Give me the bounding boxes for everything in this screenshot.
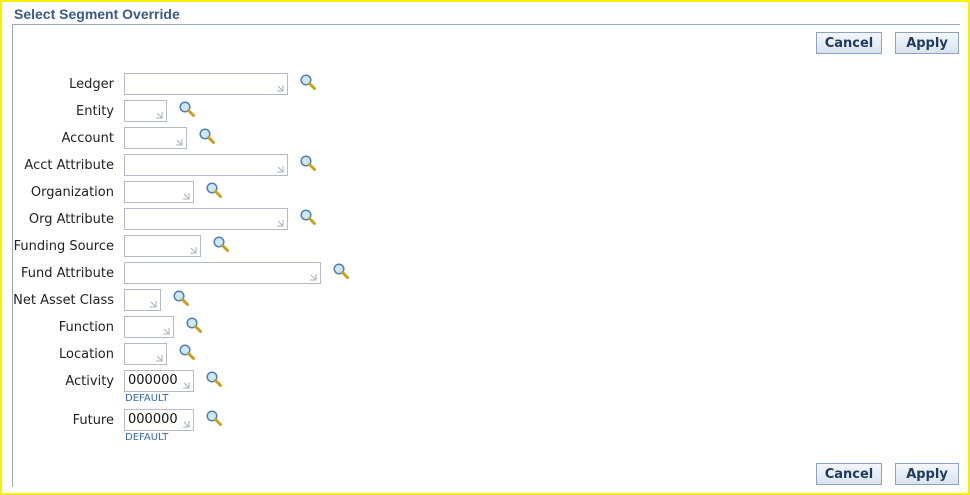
future-search-icon[interactable] [205,409,223,427]
acct-attribute-search-icon[interactable] [299,154,317,172]
activity-value: 000000 [128,373,178,388]
entity-label: Entity [76,104,114,119]
fund-attribute-input[interactable] [124,262,321,284]
org-attribute-label: Org Attribute [28,212,114,227]
ledger-input[interactable] [124,73,288,95]
function-label: Function [58,320,114,335]
resize-corner-icon [277,166,284,173]
organization-label: Organization [30,185,114,200]
resize-corner-icon [310,274,317,281]
activity-default-hint: DEFAULT [125,393,169,404]
entity-input[interactable] [124,100,167,122]
funding-source-input[interactable] [124,235,201,257]
ledger-search-icon[interactable] [299,73,317,91]
apply-button-top[interactable]: Apply [895,32,959,54]
net-asset-class-label: Net Asset Class [13,293,114,308]
resize-corner-icon [277,85,284,92]
account-search-icon[interactable] [198,127,216,145]
ledger-label: Ledger [69,77,114,92]
activity-search-icon[interactable] [205,370,223,388]
acct-attribute-input[interactable] [124,154,288,176]
page-title: Select Segment Override [14,6,180,22]
function-search-icon[interactable] [185,316,203,334]
org-attribute-input[interactable] [124,208,288,230]
future-input[interactable]: 000000 [124,409,194,431]
cancel-button-top[interactable]: Cancel [816,32,882,54]
entity-search-icon[interactable] [178,100,196,118]
resize-corner-icon [190,247,197,254]
resize-corner-icon [156,355,163,362]
funding-source-search-icon[interactable] [212,235,230,253]
fund-attribute-label: Fund Attribute [20,266,114,281]
activity-label: Activity [65,374,114,389]
location-search-icon[interactable] [178,343,196,361]
net-asset-class-input[interactable] [124,289,161,311]
funding-source-label: Funding Source [13,239,114,254]
account-input[interactable] [124,127,187,149]
account-label: Account [61,131,115,146]
panel-header: Select Segment Override [12,5,960,25]
future-value: 000000 [128,412,178,427]
resize-corner-icon [183,421,190,428]
fund-attribute-search-icon[interactable] [332,262,350,280]
apply-button-bottom[interactable]: Apply [895,463,959,485]
resize-corner-icon [277,220,284,227]
resize-corner-icon [176,139,183,146]
resize-corner-icon [150,301,157,308]
resize-corner-icon [183,382,190,389]
resize-corner-icon [163,328,170,335]
cancel-button-bottom[interactable]: Cancel [816,463,882,485]
segment-override-panel: Select Segment Override Cancel Apply Led… [0,0,970,495]
location-input[interactable] [124,343,167,365]
organization-input[interactable] [124,181,194,203]
future-default-hint: DEFAULT [125,432,169,443]
location-label: Location [59,347,114,362]
resize-corner-icon [183,193,190,200]
resize-corner-icon [156,112,163,119]
future-label: Future [72,413,114,428]
org-attribute-search-icon[interactable] [299,208,317,226]
organization-search-icon[interactable] [205,181,223,199]
acct-attribute-label: Acct Attribute [24,158,114,173]
net-asset-class-search-icon[interactable] [172,289,190,307]
activity-input[interactable]: 000000 [124,370,194,392]
function-input[interactable] [124,316,174,338]
